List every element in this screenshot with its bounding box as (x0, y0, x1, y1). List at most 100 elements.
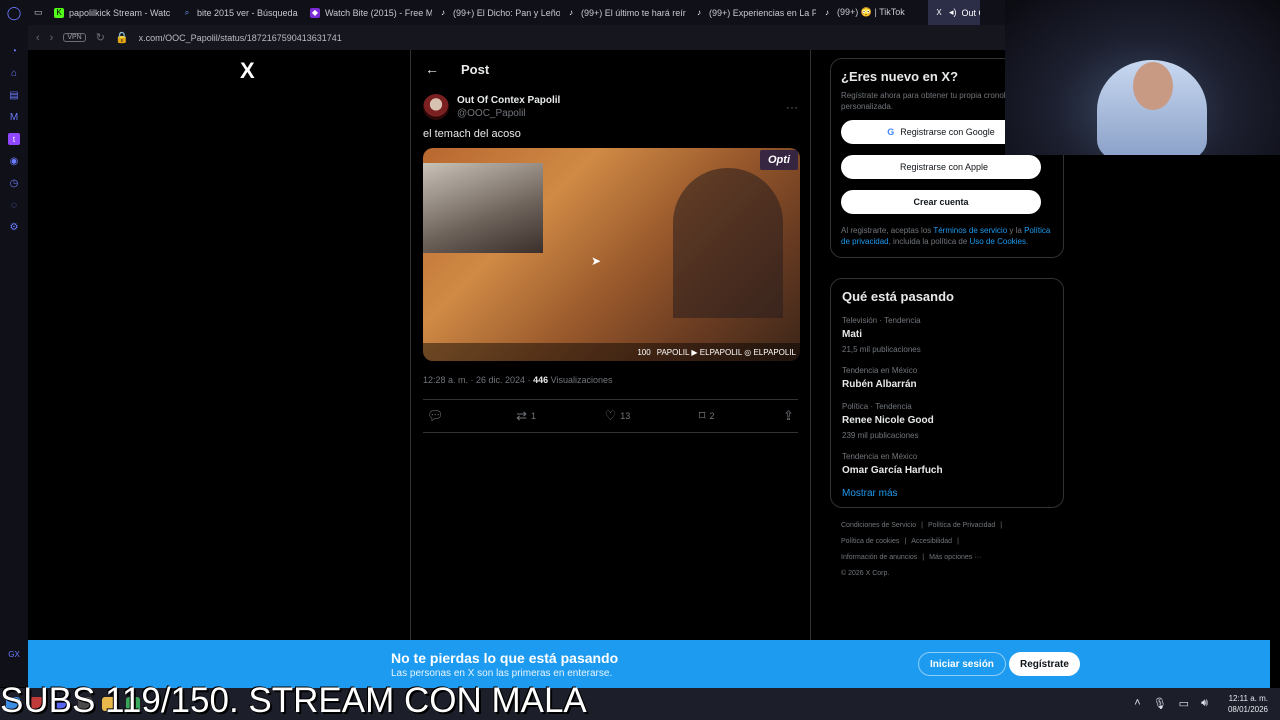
hud-ammo: 100 (637, 347, 651, 357)
terms-link[interactable]: Términos de servicio (933, 226, 1007, 235)
trend-item[interactable]: Tendencia en México Rubén Albarrán (842, 366, 1052, 390)
tab-label: (99+) 😳 | TikTok (837, 7, 905, 17)
post-header: ← Post (411, 50, 810, 88)
tab-5[interactable]: ♪ (99+) Experiencias en La P (688, 0, 816, 25)
avatar[interactable] (423, 94, 449, 120)
action-bar: 💬︎ ⇄ 1 ♡ 13 ⌑ 2 ⇪ (423, 399, 798, 433)
views-label: Visualizaciones (550, 375, 613, 385)
tab-active[interactable]: X ◂) Out C (928, 0, 980, 25)
login-button[interactable]: Iniciar sesión (918, 652, 1006, 676)
history-icon[interactable]: ◔ (8, 45, 20, 57)
author-name[interactable]: Out Of Contex Papolil (457, 95, 778, 106)
volume-icon[interactable]: 🔊︎ (1201, 697, 1208, 710)
tab-3[interactable]: ♪ (99+) El Dicho: Pan y Leño (432, 0, 560, 25)
google-icon: G (887, 127, 895, 137)
post-column: ← Post Out Of Contex Papolil @OOC_Papoli… (410, 50, 811, 640)
player-icon[interactable]: ◉ (8, 155, 20, 167)
reply-button[interactable]: 💬︎ (427, 408, 448, 424)
tab-6[interactable]: ♪ (99+) 😳 | TikTok (816, 0, 928, 25)
like-button[interactable]: ♡ 13 (605, 408, 631, 424)
trend-item[interactable]: Televisión · Tendencia Mati 21,5 mil pub… (842, 316, 1052, 354)
footer-link[interactable]: Política de Privacidad (928, 522, 995, 529)
mail-icon[interactable]: M (8, 111, 20, 123)
timestamp[interactable]: 12:28 a. m. · 26 dic. 2024 · (423, 375, 533, 385)
show-more-link[interactable]: Mostrar más (842, 488, 1052, 499)
taskbar-clock[interactable]: 12:11 a. m. 08/01/2026 (1228, 693, 1268, 715)
footer-link[interactable]: Accesibilidad (911, 538, 952, 545)
copyright: © 2026 X Corp. (841, 570, 890, 577)
trends-title: Qué está pasando (842, 289, 954, 304)
more-options-icon[interactable]: ··· (786, 100, 798, 114)
clock-date: 08/01/2026 (1227, 705, 1268, 714)
views-count: 446 (533, 375, 549, 385)
trend-item[interactable]: Política · Tendencia Renee Nicole Good 2… (842, 402, 1052, 440)
network-icon[interactable]: ▭ (1179, 697, 1189, 710)
author-row: Out Of Contex Papolil @OOC_Papolil ··· (411, 88, 810, 120)
apple-signup-button[interactable]: Registrarse con Apple (841, 155, 1041, 179)
reply-icon: 💬︎ (427, 408, 444, 423)
signup-legal: Al registrarte, aceptas los Términos de … (841, 226, 1051, 246)
tab-label: (99+) El Dicho: Pan y Leño (453, 7, 560, 18)
settings-icon[interactable]: ⚙ (8, 221, 20, 233)
browser-tab-bar: ◯ ▭ Kpapolilkick Stream - Watc ⌕ bite 201… (0, 0, 1005, 25)
footer-link[interactable]: Más opciones ··· (929, 554, 981, 561)
hud-social: PAPOLIL ▶ ELPAPOLIL ◎ ELPAPOLIL (656, 347, 796, 357)
footer-link[interactable]: Información de anuncios (841, 554, 917, 561)
create-account-button[interactable]: Crear cuenta (841, 190, 1041, 214)
url-input[interactable]: x.com/OOC_Papolil/status/187216759041363… (139, 33, 342, 43)
tab-1[interactable]: ⌕ bite 2015 ver - Búsqueda (176, 0, 304, 25)
chat-icon[interactable]: ◌ (8, 199, 20, 211)
messages-icon[interactable]: ▤ (8, 89, 20, 101)
author-handle[interactable]: @OOC_Papolil (457, 108, 778, 119)
tiktok-icon: ♪ (569, 8, 573, 17)
twitch-icon[interactable]: t (8, 133, 20, 145)
clock-time: 12:11 a. m. (1228, 694, 1268, 703)
bag-icon[interactable]: ⌂ (8, 67, 20, 79)
stream-overlay-text: SUBS 119/150. STREAM CON MALA (0, 681, 587, 720)
gx-label: GX (8, 650, 20, 659)
clock-icon[interactable]: ◷ (8, 177, 20, 189)
bookmark-count: 2 (709, 411, 715, 421)
share-icon: ⇪ (783, 408, 794, 423)
vpn-badge[interactable]: VPN (63, 33, 86, 42)
speaker-icon[interactable]: ◂) (949, 7, 957, 18)
footer-link[interactable]: Política de cookies (841, 538, 899, 545)
reload-icon[interactable]: ↻ (96, 31, 105, 44)
tab-label: (99+) El último te hará reír (581, 7, 686, 18)
like-count: 13 (620, 411, 631, 421)
register-button[interactable]: Regístrate (1009, 652, 1080, 676)
trend-item[interactable]: Tendencia en México Omar García Harfuch (842, 452, 1052, 476)
retweet-icon: ⇄ (516, 408, 527, 423)
mic-icon[interactable]: 🎙︎ (1153, 697, 1167, 710)
system-tray: ˄ 🎙︎ ▭ 🔊︎ (1134, 697, 1208, 710)
post-meta: 12:28 a. m. · 26 dic. 2024 · 446 Visuali… (411, 361, 810, 385)
tab-label: (99+) Experiencias en La P (709, 7, 816, 18)
bookmark-button[interactable]: ⌑ 2 (699, 408, 715, 424)
game-scene-arch (673, 168, 783, 318)
tiktok-icon: ♪ (441, 8, 445, 17)
tab-4[interactable]: ♪ (99+) El último te hará reír (560, 0, 688, 25)
tweet-text: el temach del acoso (423, 128, 521, 140)
x-logo[interactable]: X (240, 58, 255, 84)
forward-nav-icon[interactable]: › (50, 32, 54, 44)
share-button[interactable]: ⇪ (783, 408, 794, 424)
webcam-overlay (1005, 0, 1280, 155)
back-nav-icon[interactable]: ‹ (36, 32, 40, 44)
footer-link[interactable]: Condiciones de Servicio (841, 522, 916, 529)
tab-switcher-icon[interactable]: ▭ (28, 0, 48, 25)
tweet-media[interactable]: Opti ➤ 100 PAPOLIL ▶ ELPAPOLIL ◎ ELPAPOL… (423, 148, 800, 361)
cursor-icon: ➤ (591, 254, 602, 268)
tab-2[interactable]: ◆ Watch Bite (2015) - Free M (304, 0, 432, 25)
opera-logo-icon[interactable]: ◯ (0, 0, 28, 25)
chevron-up-icon[interactable]: ˄ (1134, 697, 1140, 710)
lock-icon: 🔒 (114, 32, 129, 44)
cookies-link[interactable]: Uso de Cookies (970, 237, 1026, 246)
banner-title: No te pierdas lo que está pasando (391, 650, 619, 666)
browser-sidebar: ◔ ⌂ ▤ M t ◉ ◷ ◌ ⚙ GX (0, 25, 28, 687)
retweet-button[interactable]: ⇄ 1 (516, 408, 536, 424)
x-icon: X (936, 8, 942, 17)
tab-0[interactable]: Kpapolilkick Stream - Watc (48, 0, 176, 25)
footer-links: Condiciones de Servicio | Política de Priv… (841, 522, 1003, 577)
streamer-head (1133, 62, 1173, 110)
back-arrow-icon[interactable]: ← (425, 61, 439, 77)
